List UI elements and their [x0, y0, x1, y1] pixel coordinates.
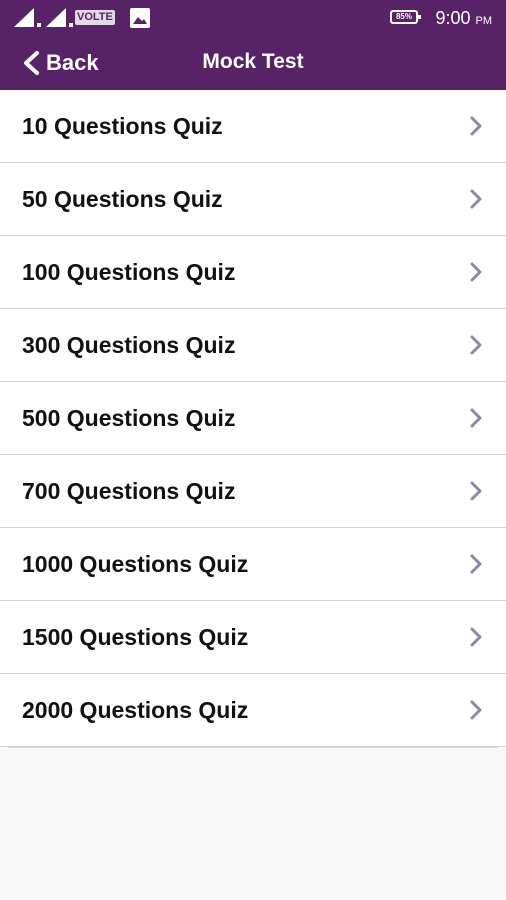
page-title: Mock Test — [202, 50, 304, 73]
list-item-label: 1000 Questions Quiz — [22, 551, 249, 577]
chevron-right-icon — [470, 481, 482, 501]
list-item-10-questions[interactable]: 10 Questions Quiz — [0, 90, 506, 162]
signal-dot-icon — [37, 23, 41, 27]
app-toolbar: Back Mock Test — [0, 36, 506, 90]
list-item-500-questions[interactable]: 500 Questions Quiz — [0, 382, 506, 454]
list-item-label: 700 Questions Quiz — [22, 478, 236, 504]
signal-icon-2 — [46, 8, 66, 27]
clock: 9:00 PM — [435, 8, 492, 29]
chevron-right-icon — [470, 189, 482, 209]
list-item-100-questions[interactable]: 100 Questions Quiz — [0, 236, 506, 308]
list-item-2000-questions[interactable]: 2000 Questions Quiz — [0, 674, 506, 746]
list-item-1000-questions[interactable]: 1000 Questions Quiz — [0, 528, 506, 600]
chevron-right-icon — [470, 408, 482, 428]
list-item-label: 500 Questions Quiz — [22, 405, 236, 431]
list-item-1500-questions[interactable]: 1500 Questions Quiz — [0, 601, 506, 673]
battery-level: 85% — [395, 12, 412, 21]
chevron-right-icon — [470, 554, 482, 574]
image-notification-icon — [130, 8, 150, 28]
list-item-label: 1500 Questions Quiz — [22, 624, 249, 650]
list-item-300-questions[interactable]: 300 Questions Quiz — [0, 309, 506, 381]
battery-icon: 85% — [390, 10, 421, 24]
list-item-label: 2000 Questions Quiz — [22, 697, 249, 723]
chevron-right-icon — [470, 116, 482, 136]
list-divider — [8, 747, 498, 748]
signal-icon — [14, 8, 34, 27]
list-item-label: 100 Questions Quiz — [22, 259, 236, 285]
list-item-label: 50 Questions Quiz — [22, 186, 223, 212]
signal-dot-icon-2 — [69, 23, 73, 27]
clock-ampm: PM — [475, 15, 493, 27]
clock-time: 9:00 — [435, 8, 471, 28]
quiz-list: 10 Questions Quiz 50 Questions Quiz 100 … — [0, 90, 506, 748]
chevron-right-icon — [470, 627, 482, 647]
list-item-50-questions[interactable]: 50 Questions Quiz — [0, 163, 506, 235]
chevron-right-icon — [470, 335, 482, 355]
status-bar: VOLTE 85% 9:00 PM — [0, 0, 506, 36]
chevron-right-icon — [470, 700, 482, 720]
list-item-700-questions[interactable]: 700 Questions Quiz — [0, 455, 506, 527]
list-item-label: 10 Questions Quiz — [22, 113, 223, 139]
chevron-right-icon — [470, 262, 482, 282]
volte-badge: VOLTE — [75, 10, 115, 25]
list-item-label: 300 Questions Quiz — [22, 332, 236, 358]
